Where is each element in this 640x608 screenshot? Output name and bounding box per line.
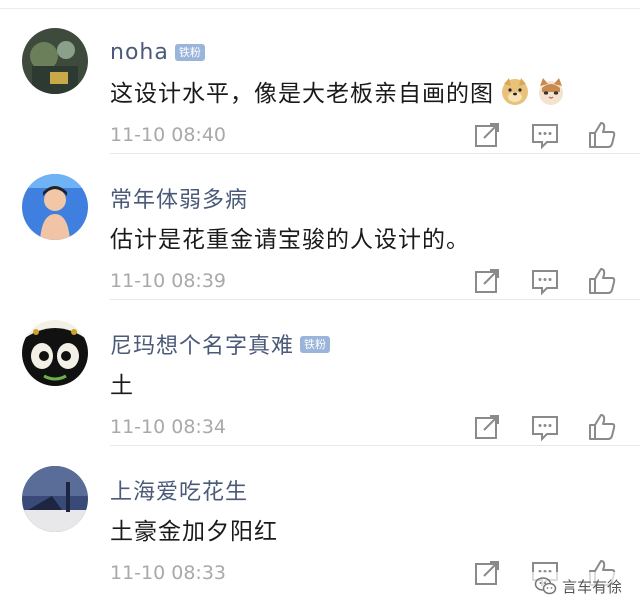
username[interactable]: 常年体弱多病	[110, 182, 248, 214]
fan-badge: 铁粉	[174, 43, 205, 61]
comment-item: 上海爱吃花生 土豪金加夕阳红 11-10 08:33	[0, 446, 640, 592]
watermark-text: 言车有徐	[561, 577, 622, 596]
avatar[interactable]	[22, 320, 88, 386]
watermark: 言车有徐	[529, 572, 626, 600]
comment-text: 土豪金加夕阳红	[110, 519, 278, 545]
comment-icon[interactable]	[530, 120, 560, 150]
comment-text-row: 这设计水平，像是大老板亲自画的图	[110, 74, 566, 108]
comment-item: noha 铁粉 这设计水平，像是大老板亲自画的图 11-10 08:40	[0, 8, 640, 154]
comment-time: 11-10 08:33	[110, 562, 227, 584]
share-icon[interactable]	[472, 558, 502, 588]
doge-emoji	[500, 76, 530, 106]
username[interactable]: 尼玛想个名字真难	[110, 328, 294, 360]
wechat-icon	[534, 574, 558, 598]
share-icon[interactable]	[472, 120, 502, 150]
share-icon[interactable]	[472, 266, 502, 296]
fan-badge: 铁粉	[300, 335, 331, 353]
comment-text: 这设计水平，像是大老板亲自画的图	[110, 81, 494, 107]
comment-text-row: 估计是花重金请宝骏的人设计的。	[110, 220, 470, 254]
avatar[interactable]	[22, 466, 88, 532]
username[interactable]: noha	[110, 40, 169, 65]
thumbs-up-icon[interactable]	[587, 412, 617, 442]
comment-item: 尼玛想个名字真难 铁粉 土 11-10 08:34	[0, 300, 640, 446]
thumbs-up-icon[interactable]	[587, 266, 617, 296]
comment-item: 常年体弱多病 估计是花重金请宝骏的人设计的。 11-10 08:39	[0, 154, 640, 300]
share-icon[interactable]	[472, 412, 502, 442]
comment-text-row: 土	[110, 366, 134, 400]
comment-text: 土	[110, 373, 134, 399]
comment-text-row: 土豪金加夕阳红	[110, 512, 278, 546]
comment-text: 估计是花重金请宝骏的人设计的。	[110, 227, 470, 253]
comment-time: 11-10 08:39	[110, 270, 227, 292]
username[interactable]: 上海爱吃花生	[110, 474, 248, 506]
comment-icon[interactable]	[530, 266, 560, 296]
comment-time: 11-10 08:34	[110, 416, 227, 438]
thumbs-up-icon[interactable]	[587, 120, 617, 150]
avatar[interactable]	[22, 174, 88, 240]
comment-icon[interactable]	[530, 412, 560, 442]
avatar[interactable]	[22, 28, 88, 94]
cat-emoji	[536, 76, 566, 106]
comment-time: 11-10 08:40	[110, 124, 227, 146]
